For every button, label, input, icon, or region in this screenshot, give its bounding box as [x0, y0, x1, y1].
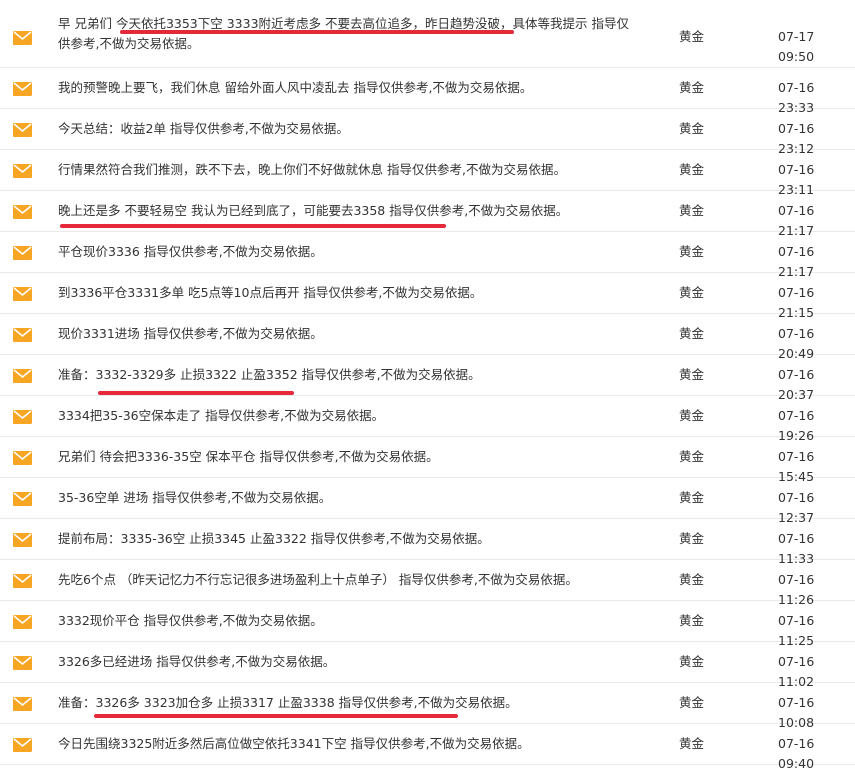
category-label: 黄金 [679, 449, 705, 464]
category-label: 黄金 [679, 203, 705, 218]
highlight-underline [60, 224, 446, 228]
message-text[interactable]: 晚上还是多 不要轻易空 我认为已经到底了，可能要去3358 指导仅供参考,不做为… [58, 201, 658, 221]
list-item[interactable]: 先吃6个点 （昨天记忆力不行忘记很多进场盈利上十点单子） 指导仅供参考,不做为交… [0, 560, 855, 607]
envelope-icon [13, 491, 32, 506]
envelope-icon [13, 532, 32, 547]
category-label: 黄金 [679, 572, 705, 587]
highlight-underline [120, 30, 514, 34]
message-text[interactable]: 今天总结：收益2单 指导仅供参考,不做为交易依据。 [58, 119, 658, 139]
timestamp: 07-17 09:50 [778, 29, 815, 64]
message-text[interactable]: 先吃6个点 （昨天记忆力不行忘记很多进场盈利上十点单子） 指导仅供参考,不做为交… [58, 570, 658, 590]
envelope-icon [13, 286, 32, 301]
category-label: 黄金 [679, 654, 705, 669]
category-label: 黄金 [679, 162, 705, 177]
category-label: 黄金 [679, 408, 705, 423]
list-item[interactable]: 准备：3326多 3323加仓多 止损3317 止盈3338 指导仅供参考,不做… [0, 683, 855, 730]
envelope-icon [13, 163, 32, 178]
list-item[interactable]: 行情果然符合我们推测，跌不下去，晚上你们不好做就休息 指导仅供参考,不做为交易依… [0, 150, 855, 197]
envelope-icon [13, 30, 32, 45]
category-label: 黄金 [679, 121, 705, 136]
envelope-icon [13, 573, 32, 588]
message-text[interactable]: 我的预警晚上要飞，我们休息 留给外面人风中凌乱去 指导仅供参考,不做为交易依据。 [58, 78, 658, 98]
list-item[interactable]: 3332现价平仓 指导仅供参考,不做为交易依据。 黄金 07-16 11:25 [0, 601, 855, 648]
message-text[interactable]: 早 兄弟们 今天依托3353下空 3333附近考虑多 不要去高位追多，昨日趋势没… [58, 14, 638, 54]
message-text[interactable]: 现价3331进场 指导仅供参考,不做为交易依据。 [58, 324, 658, 344]
category-label: 黄金 [679, 367, 705, 382]
list-item[interactable]: 现价3331进场 指导仅供参考,不做为交易依据。 黄金 07-16 20:49 [0, 314, 855, 361]
list-item[interactable]: 到3336平仓3331多单 吃5点等10点后再开 指导仅供参考,不做为交易依据。… [0, 273, 855, 320]
category-label: 黄金 [679, 80, 705, 95]
message-text[interactable]: 35-36空单 进场 指导仅供参考,不做为交易依据。 [58, 488, 658, 508]
category-label: 黄金 [679, 613, 705, 628]
category-label: 黄金 [679, 244, 705, 259]
list-item[interactable]: 今日先围绕3325附近多然后高位做空依托3341下空 指导仅供参考,不做为交易依… [0, 724, 855, 771]
envelope-icon [13, 327, 32, 342]
message-text[interactable]: 准备：3332-3329多 止损3322 止盈3352 指导仅供参考,不做为交易… [58, 365, 658, 385]
envelope-icon [13, 409, 32, 424]
list-item[interactable]: 平仓现价3336 指导仅供参考,不做为交易依据。 黄金 07-16 21:17 [0, 232, 855, 279]
message-text[interactable]: 准备：3326多 3323加仓多 止损3317 止盈3338 指导仅供参考,不做… [58, 693, 658, 713]
timestamp: 07-16 09:40 [778, 736, 815, 771]
list-item[interactable]: 35-36空单 进场 指导仅供参考,不做为交易依据。 黄金 07-16 12:3… [0, 478, 855, 525]
highlight-underline [94, 714, 458, 718]
envelope-icon [13, 614, 32, 629]
category-label: 黄金 [679, 531, 705, 546]
envelope-icon [13, 655, 32, 670]
message-text[interactable]: 到3336平仓3331多单 吃5点等10点后再开 指导仅供参考,不做为交易依据。 [58, 283, 658, 303]
highlight-underline [98, 391, 294, 395]
list-item[interactable]: 提前布局：3335-36空 止损3345 止盈3322 指导仅供参考,不做为交易… [0, 519, 855, 566]
list-item[interactable]: 准备：3332-3329多 止损3322 止盈3352 指导仅供参考,不做为交易… [0, 355, 855, 402]
list-item[interactable]: 3326多已经进场 指导仅供参考,不做为交易依据。 黄金 07-16 11:02 [0, 642, 855, 689]
envelope-icon [13, 204, 32, 219]
list-item[interactable]: 我的预警晚上要飞，我们休息 留给外面人风中凌乱去 指导仅供参考,不做为交易依据。… [0, 68, 855, 115]
envelope-icon [13, 245, 32, 260]
category-label: 黄金 [679, 29, 705, 44]
category-label: 黄金 [679, 326, 705, 341]
list-item[interactable]: 今天总结：收益2单 指导仅供参考,不做为交易依据。 黄金 07-16 23:12 [0, 109, 855, 156]
list-item[interactable]: 兄弟们 待会把3336-35空 保本平仓 指导仅供参考,不做为交易依据。 黄金 … [0, 437, 855, 484]
category-label: 黄金 [679, 490, 705, 505]
list-item[interactable]: 3334把35-36空保本走了 指导仅供参考,不做为交易依据。 黄金 07-16… [0, 396, 855, 443]
message-text[interactable]: 3326多已经进场 指导仅供参考,不做为交易依据。 [58, 652, 658, 672]
category-label: 黄金 [679, 736, 705, 751]
envelope-icon [13, 81, 32, 96]
message-text[interactable]: 3332现价平仓 指导仅供参考,不做为交易依据。 [58, 611, 658, 631]
category-label: 黄金 [679, 695, 705, 710]
envelope-icon [13, 122, 32, 137]
category-label: 黄金 [679, 285, 705, 300]
list-item[interactable]: 早 兄弟们 今天依托3353下空 3333附近考虑多 不要去高位追多，昨日趋势没… [0, 0, 855, 68]
message-text[interactable]: 提前布局：3335-36空 止损3345 止盈3322 指导仅供参考,不做为交易… [58, 529, 658, 549]
envelope-icon [13, 737, 32, 752]
message-text[interactable]: 平仓现价3336 指导仅供参考,不做为交易依据。 [58, 242, 658, 262]
envelope-icon [13, 368, 32, 383]
list-item[interactable]: 晚上还是多 不要轻易空 我认为已经到底了，可能要去3358 指导仅供参考,不做为… [0, 191, 855, 238]
message-text[interactable]: 行情果然符合我们推测，跌不下去，晚上你们不好做就休息 指导仅供参考,不做为交易依… [58, 160, 658, 180]
message-text[interactable]: 3334把35-36空保本走了 指导仅供参考,不做为交易依据。 [58, 406, 658, 426]
message-text[interactable]: 兄弟们 待会把3336-35空 保本平仓 指导仅供参考,不做为交易依据。 [58, 447, 658, 467]
envelope-icon [13, 450, 32, 465]
envelope-icon [13, 696, 32, 711]
message-text[interactable]: 今日先围绕3325附近多然后高位做空依托3341下空 指导仅供参考,不做为交易依… [58, 734, 658, 754]
